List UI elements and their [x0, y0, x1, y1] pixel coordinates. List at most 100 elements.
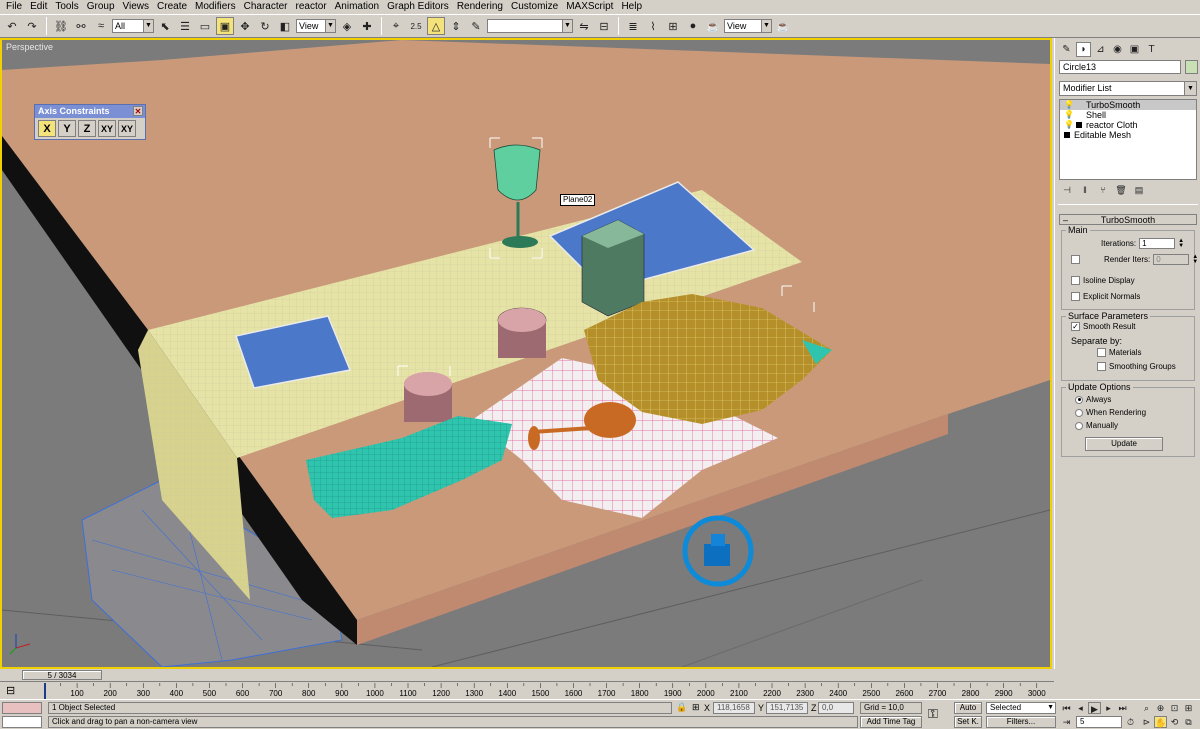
x-coord-field[interactable]: 118,1658 — [713, 702, 755, 714]
turbosmooth-rollout-header[interactable]: – TurboSmooth — [1059, 214, 1197, 225]
iterations-spinner[interactable]: 1 — [1139, 238, 1176, 249]
perspective-viewport[interactable]: Perspective Plane02 Axis Constraints ✕ X … — [0, 38, 1052, 669]
menu-item-graph-editors[interactable]: Graph Editors — [383, 0, 453, 14]
render-iters-checkbox[interactable] — [1071, 255, 1080, 264]
lock-selection-icon[interactable]: 🔒 — [676, 702, 687, 713]
menu-item-modifiers[interactable]: Modifiers — [191, 0, 240, 14]
expand-box-icon[interactable] — [1076, 122, 1082, 128]
auto-key-button[interactable]: Auto — [954, 702, 982, 714]
materials-checkbox[interactable] — [1097, 348, 1106, 357]
always-radio[interactable] — [1075, 395, 1083, 404]
axis-xy-button[interactable]: XY — [98, 120, 116, 137]
spinner-arrows-icon[interactable]: ▲ ▼ — [1192, 254, 1198, 265]
percent-snap-icon[interactable]: △ — [427, 17, 445, 35]
stack-item-reactor-cloth[interactable]: 💡 reactor Cloth — [1060, 120, 1196, 130]
field-of-view-icon[interactable]: ⊳ — [1140, 716, 1153, 728]
schematic-view-icon[interactable]: ⊞ — [664, 17, 682, 35]
current-frame-marker[interactable] — [44, 683, 46, 699]
display-tab-icon[interactable]: ▣ — [1127, 42, 1142, 57]
close-icon[interactable]: ✕ — [133, 106, 143, 116]
menu-item-maxscript[interactable]: MAXScript — [562, 0, 617, 14]
menu-item-tools[interactable]: Tools — [51, 0, 82, 14]
maxscript-input[interactable] — [2, 716, 42, 728]
remove-modifier-icon[interactable]: 🗑 — [1115, 184, 1127, 196]
create-tab-icon[interactable]: ✎ — [1059, 42, 1074, 57]
update-button[interactable]: Update — [1085, 437, 1163, 451]
maximize-viewport-icon[interactable]: ⧉ — [1182, 716, 1195, 728]
modify-tab-icon[interactable]: ◗ — [1076, 42, 1091, 57]
lightbulb-icon[interactable]: 💡 — [1064, 110, 1074, 120]
bind-space-warp-icon[interactable]: ≈ — [92, 17, 110, 35]
render-iters-spinner[interactable]: 0 — [1153, 254, 1190, 265]
stack-item-turbosmooth[interactable]: 💡 TurboSmooth — [1060, 100, 1196, 110]
add-time-tag-button[interactable]: Add Time Tag — [860, 716, 922, 728]
when-rendering-radio[interactable] — [1075, 408, 1083, 417]
spinner-snap-icon[interactable]: ⇕ — [447, 17, 465, 35]
undo-icon[interactable]: ↶ — [3, 17, 21, 35]
axis-xy-flyout-button[interactable]: XY — [118, 120, 136, 137]
object-color-swatch[interactable] — [1185, 60, 1198, 74]
key-filter-select[interactable]: Selected ▼ — [986, 702, 1056, 714]
menu-item-rendering[interactable]: Rendering — [453, 0, 507, 14]
scale-icon[interactable]: ◧ — [276, 17, 294, 35]
select-by-name-icon[interactable]: ☰ — [176, 17, 194, 35]
play-icon[interactable]: ▶ — [1088, 702, 1101, 714]
explicit-normals-checkbox[interactable] — [1071, 292, 1080, 301]
y-coord-field[interactable]: 151,7135 — [766, 702, 808, 714]
align-icon[interactable]: ⊟ — [595, 17, 613, 35]
axis-y-button[interactable]: Y — [58, 120, 76, 137]
angle-snap-icon[interactable]: 2.5 — [407, 17, 425, 35]
track-scale[interactable]: 100 200 300 400 500 600 700 800 900 1000 1100 1200 1… — [44, 683, 1048, 699]
zoom-extents-all-icon[interactable]: ⊞ — [1182, 702, 1195, 714]
lightbulb-icon[interactable]: 💡 — [1064, 120, 1074, 130]
go-to-start-icon[interactable]: ⏮ — [1060, 702, 1073, 714]
absolute-mode-icon[interactable]: ⊞ — [692, 702, 700, 713]
render-view-select[interactable]: View ▼ — [724, 19, 772, 33]
link-icon[interactable]: ⛓ — [52, 17, 70, 35]
render-scene-icon[interactable]: ☕ — [704, 17, 722, 35]
z-coord-field[interactable]: 0,0 — [818, 702, 854, 714]
pin-stack-icon[interactable]: ⊣ — [1061, 184, 1073, 196]
select-manipulate-icon[interactable]: ✚ — [358, 17, 376, 35]
manually-radio[interactable] — [1075, 421, 1083, 430]
menu-item-views[interactable]: Views — [119, 0, 154, 14]
modifier-list-select[interactable]: Modifier List ▼ — [1059, 81, 1197, 96]
utilities-tab-icon[interactable]: T — [1144, 42, 1159, 57]
configure-sets-icon[interactable]: ▤ — [1133, 184, 1145, 196]
move-icon[interactable]: ✥ — [236, 17, 254, 35]
motion-tab-icon[interactable]: ◉ — [1110, 42, 1125, 57]
reference-coordinate-select[interactable]: View ▼ — [296, 19, 336, 33]
stack-item-editable-mesh[interactable]: Editable Mesh — [1060, 130, 1196, 140]
rectangular-selection-icon[interactable]: ▭ — [196, 17, 214, 35]
expand-box-icon[interactable] — [1064, 132, 1070, 138]
quick-render-icon[interactable]: ☕ — [774, 17, 792, 35]
edit-named-selection-icon[interactable]: ✎ — [467, 17, 485, 35]
isoline-display-checkbox[interactable] — [1071, 276, 1080, 285]
set-key-button[interactable]: Set K. — [954, 716, 982, 728]
selection-filter-select[interactable]: All ▼ — [112, 19, 154, 33]
menu-item-customize[interactable]: Customize — [507, 0, 562, 14]
time-slider-thumb[interactable]: 5 / 3034 — [22, 670, 102, 680]
unlink-icon[interactable]: ⚯ — [72, 17, 90, 35]
next-frame-icon[interactable]: ▸ — [1102, 702, 1115, 714]
key-mode-icon[interactable]: ⇥ — [1060, 716, 1073, 728]
previous-frame-icon[interactable]: ◂ — [1074, 702, 1087, 714]
menu-item-create[interactable]: Create — [153, 0, 191, 14]
time-slider[interactable]: 5 / 3034 — [0, 669, 1054, 681]
stack-item-shell[interactable]: 💡 Shell — [1060, 110, 1196, 120]
menu-item-animation[interactable]: Animation — [331, 0, 383, 14]
axis-x-button[interactable]: X — [38, 120, 56, 137]
key-filters-button[interactable]: Filters... — [986, 716, 1056, 728]
redo-icon[interactable]: ↷ — [23, 17, 41, 35]
show-end-result-icon[interactable]: ‖ — [1079, 184, 1091, 196]
named-selection-set-select[interactable]: ▼ — [487, 19, 573, 33]
smooth-result-checkbox[interactable]: ✓ — [1071, 322, 1080, 331]
layer-manager-icon[interactable]: ≣ — [624, 17, 642, 35]
smoothing-groups-checkbox[interactable] — [1097, 362, 1106, 371]
maxscript-listener-mini[interactable] — [2, 702, 42, 714]
viewport-label[interactable]: Perspective — [6, 42, 53, 52]
object-name-field[interactable]: Circle13 — [1059, 60, 1181, 74]
zoom-extents-icon[interactable]: ⊡ — [1168, 702, 1181, 714]
zoom-all-icon[interactable]: ⊕ — [1154, 702, 1167, 714]
rotate-icon[interactable]: ↻ — [256, 17, 274, 35]
